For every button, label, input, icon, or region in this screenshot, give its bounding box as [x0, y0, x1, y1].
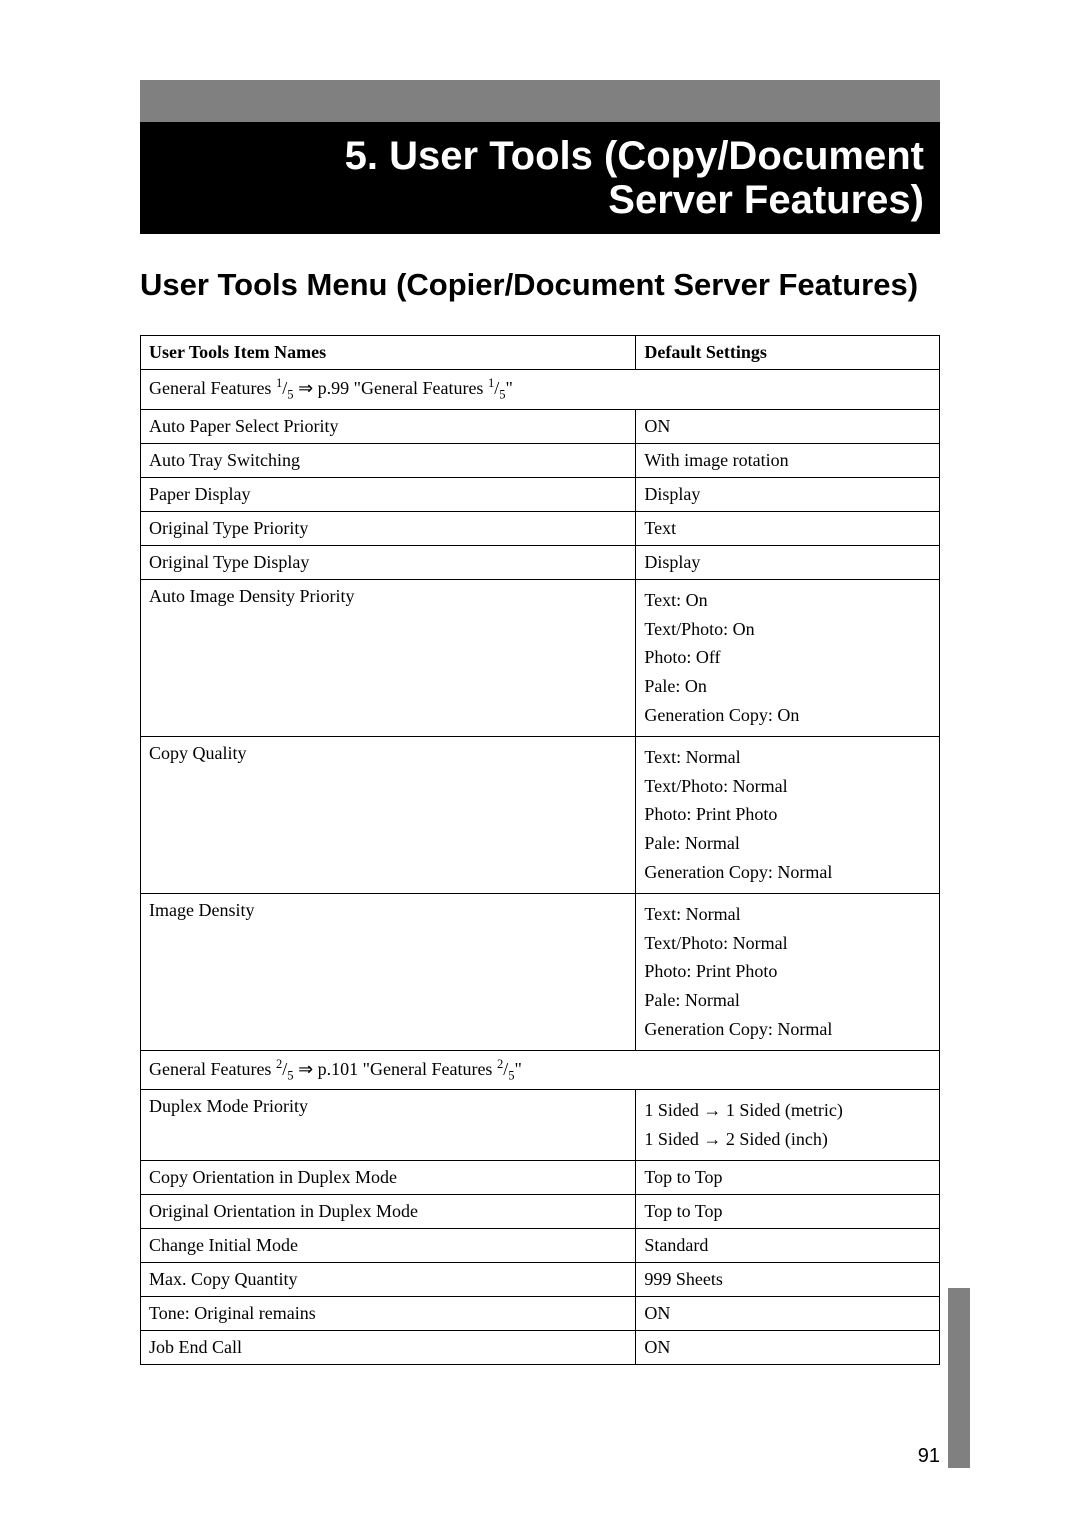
item-value: ON: [636, 1296, 940, 1330]
item-name: Auto Paper Select Priority: [141, 409, 636, 443]
side-tab-marker: [948, 1288, 970, 1468]
item-value: 999 Sheets: [636, 1262, 940, 1296]
item-value: Top to Top: [636, 1194, 940, 1228]
group-header-text: General Features 2/5 ⇒ p.101 "General Fe…: [141, 1050, 940, 1090]
item-value: Text: Normal Text/Photo: Normal Photo: P…: [636, 736, 940, 893]
group-header-text: General Features 1/5 ⇒ p.99 "General Fea…: [141, 370, 940, 410]
item-name: Copy Orientation in Duplex Mode: [141, 1160, 636, 1194]
item-name: Image Density: [141, 893, 636, 1050]
settings-table: User Tools Item Names Default Settings G…: [140, 335, 940, 1365]
item-value: With image rotation: [636, 443, 940, 477]
item-value: ON: [636, 1330, 940, 1364]
table-row: Auto Paper Select Priority ON: [141, 409, 940, 443]
item-value: Text: Normal Text/Photo: Normal Photo: P…: [636, 893, 940, 1050]
item-value: ON: [636, 409, 940, 443]
item-name: Original Type Display: [141, 545, 636, 579]
item-value: Display: [636, 545, 940, 579]
table-row-duplex-mode: Duplex Mode Priority 1 Sided → 1 Sided (…: [141, 1090, 940, 1161]
item-name: Job End Call: [141, 1330, 636, 1364]
header-item-names: User Tools Item Names: [141, 336, 636, 370]
table-row: Original Orientation in Duplex Mode Top …: [141, 1194, 940, 1228]
item-name: Tone: Original remains: [141, 1296, 636, 1330]
group-header-general-features-2-5: General Features 2/5 ⇒ p.101 "General Fe…: [141, 1050, 940, 1090]
item-value: Display: [636, 477, 940, 511]
group-header-general-features-1-5: General Features 1/5 ⇒ p.99 "General Fea…: [141, 370, 940, 410]
item-name: Duplex Mode Priority: [141, 1090, 636, 1161]
item-name: Original Type Priority: [141, 511, 636, 545]
table-row-image-density: Image Density Text: Normal Text/Photo: N…: [141, 893, 940, 1050]
table-row: Change Initial Mode Standard: [141, 1228, 940, 1262]
item-value: Top to Top: [636, 1160, 940, 1194]
chapter-title-line1: 5. User Tools (Copy/Document: [345, 134, 924, 178]
chapter-title: 5. User Tools (Copy/Document Server Feat…: [156, 134, 924, 222]
item-name: Original Orientation in Duplex Mode: [141, 1194, 636, 1228]
table-row: Max. Copy Quantity 999 Sheets: [141, 1262, 940, 1296]
table-row: Copy Orientation in Duplex Mode Top to T…: [141, 1160, 940, 1194]
item-value: Text: [636, 511, 940, 545]
table-row-copy-quality: Copy Quality Text: Normal Text/Photo: No…: [141, 736, 940, 893]
item-name: Auto Tray Switching: [141, 443, 636, 477]
chapter-title-line2: Server Features): [608, 178, 924, 222]
item-name: Max. Copy Quantity: [141, 1262, 636, 1296]
page-content: 5. User Tools (Copy/Document Server Feat…: [0, 0, 1080, 1445]
header-default-settings: Default Settings: [636, 336, 940, 370]
table-header-row: User Tools Item Names Default Settings: [141, 336, 940, 370]
item-name: Auto Image Density Priority: [141, 579, 636, 736]
item-value: Standard: [636, 1228, 940, 1262]
chapter-band: [140, 80, 940, 122]
chapter-title-block: 5. User Tools (Copy/Document Server Feat…: [140, 122, 940, 234]
item-name: Change Initial Mode: [141, 1228, 636, 1262]
table-row: Job End Call ON: [141, 1330, 940, 1364]
page-number: 91: [918, 1445, 940, 1468]
item-name: Copy Quality: [141, 736, 636, 893]
table-row: Tone: Original remains ON: [141, 1296, 940, 1330]
item-value: Text: On Text/Photo: On Photo: Off Pale:…: [636, 579, 940, 736]
table-row: Auto Tray Switching With image rotation: [141, 443, 940, 477]
item-value: 1 Sided → 1 Sided (metric) 1 Sided → 2 S…: [636, 1090, 940, 1161]
section-title: User Tools Menu (Copier/Document Server …: [140, 266, 940, 303]
table-row-auto-image-density: Auto Image Density Priority Text: On Tex…: [141, 579, 940, 736]
table-row: Original Type Display Display: [141, 545, 940, 579]
item-name: Paper Display: [141, 477, 636, 511]
table-row: Paper Display Display: [141, 477, 940, 511]
table-row: Original Type Priority Text: [141, 511, 940, 545]
